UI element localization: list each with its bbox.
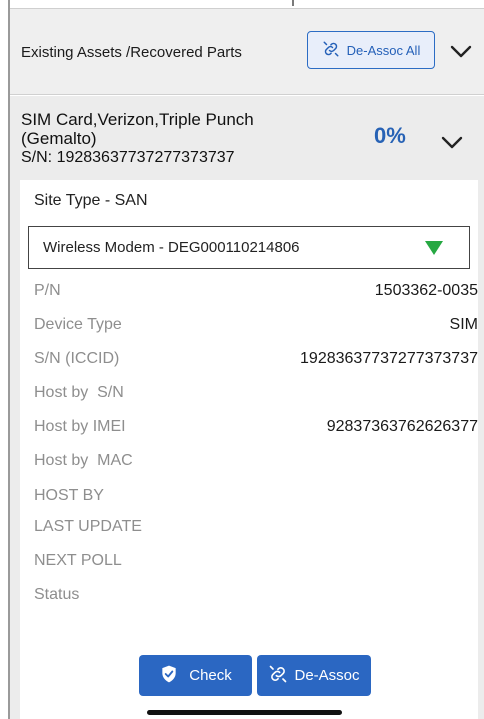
field-label: Host by S/N bbox=[34, 384, 124, 401]
item-title: SIM Card,Verizon,Triple Punch (Gemalto) bbox=[21, 110, 254, 148]
field-value: 92837363762626377 bbox=[326, 418, 478, 435]
top-strip bbox=[10, 0, 484, 8]
chevron-down-icon[interactable] bbox=[441, 136, 463, 150]
existing-assets-header: Existing Assets /Recovered Parts De-Asso… bbox=[10, 9, 484, 95]
field-label: LAST UPDATE bbox=[34, 518, 142, 535]
field-row: Host by IMEI 92837363762626377 bbox=[34, 418, 478, 440]
asset-item-card: SIM Card,Verizon,Triple Punch (Gemalto) … bbox=[10, 96, 484, 719]
field-row: Device Type SIM bbox=[34, 316, 478, 338]
field-value: 1503362-0035 bbox=[374, 282, 478, 299]
field-value: 19283637737277373737 bbox=[300, 350, 478, 367]
field-label: HOST BY bbox=[34, 487, 104, 504]
field-label: Host by IMEI bbox=[34, 418, 126, 435]
field-label: Device Type bbox=[34, 316, 122, 333]
progress-percent: 0% bbox=[374, 123, 406, 148]
de-assoc-label: De-Assoc bbox=[294, 667, 360, 684]
unlink-icon bbox=[322, 40, 340, 61]
check-label: Check bbox=[189, 667, 232, 684]
detail-panel: Site Type - SAN Wireless Modem - DEG0001… bbox=[20, 180, 478, 719]
field-row: P/N 1503362-0035 bbox=[34, 282, 478, 304]
field-label: NEXT POLL bbox=[34, 552, 122, 569]
home-indicator[interactable] bbox=[147, 710, 342, 715]
dropdown-triangle-icon bbox=[425, 241, 443, 255]
top-divider-nub bbox=[292, 0, 294, 6]
field-row: Status bbox=[34, 586, 478, 608]
field-label: S/N (ICCID) bbox=[34, 350, 120, 367]
check-button[interactable]: Check bbox=[139, 655, 252, 696]
field-label: P/N bbox=[34, 282, 61, 299]
section-title: Existing Assets /Recovered Parts bbox=[21, 44, 242, 61]
de-assoc-all-button[interactable]: De-Assoc All bbox=[307, 31, 435, 69]
shield-check-icon bbox=[159, 664, 179, 688]
field-value: SIM bbox=[449, 316, 478, 333]
field-label: Status bbox=[34, 586, 80, 603]
field-row: S/N (ICCID) 19283637737277373737 bbox=[34, 350, 478, 372]
field-label: Host by MAC bbox=[34, 452, 133, 469]
device-select[interactable]: Wireless Modem - DEG000110214806 bbox=[28, 226, 470, 269]
de-assoc-button[interactable]: De-Assoc bbox=[257, 655, 371, 696]
device-select-value: Wireless Modem - DEG000110214806 bbox=[43, 239, 300, 256]
field-row: Host by S/N bbox=[34, 384, 478, 406]
field-row: NEXT POLL bbox=[34, 552, 478, 574]
field-row: HOST BY bbox=[34, 487, 478, 509]
unlink-icon bbox=[268, 664, 288, 688]
field-row: LAST UPDATE bbox=[34, 518, 478, 540]
chevron-down-icon[interactable] bbox=[450, 45, 472, 59]
item-serial: S/N: 19283637737277373737 bbox=[21, 149, 235, 166]
de-assoc-all-label: De-Assoc All bbox=[346, 42, 421, 58]
site-type-label: Site Type - SAN bbox=[34, 192, 148, 209]
field-row: Host by MAC bbox=[34, 452, 478, 474]
